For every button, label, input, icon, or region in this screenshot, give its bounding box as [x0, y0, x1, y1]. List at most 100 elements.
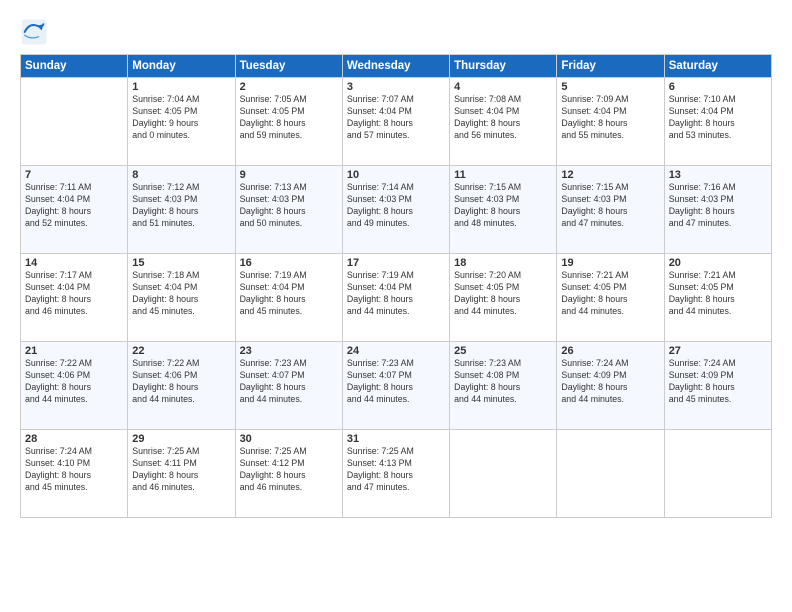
- day-info: Sunrise: 7:15 AM Sunset: 4:03 PM Dayligh…: [454, 182, 552, 230]
- day-info: Sunrise: 7:23 AM Sunset: 4:07 PM Dayligh…: [240, 358, 338, 406]
- day-number: 11: [454, 169, 552, 181]
- logo-icon: [20, 18, 48, 46]
- day-number: 30: [240, 433, 338, 445]
- week-row-5: 28Sunrise: 7:24 AM Sunset: 4:10 PM Dayli…: [21, 430, 772, 518]
- calendar-cell: 22Sunrise: 7:22 AM Sunset: 4:06 PM Dayli…: [128, 342, 235, 430]
- week-row-2: 7Sunrise: 7:11 AM Sunset: 4:04 PM Daylig…: [21, 166, 772, 254]
- calendar-cell: [664, 430, 771, 518]
- day-info: Sunrise: 7:24 AM Sunset: 4:10 PM Dayligh…: [25, 446, 123, 494]
- logo: [20, 18, 52, 46]
- calendar-cell: 6Sunrise: 7:10 AM Sunset: 4:04 PM Daylig…: [664, 78, 771, 166]
- calendar-cell: 29Sunrise: 7:25 AM Sunset: 4:11 PM Dayli…: [128, 430, 235, 518]
- day-number: 24: [347, 345, 445, 357]
- weekday-header-friday: Friday: [557, 55, 664, 78]
- day-info: Sunrise: 7:17 AM Sunset: 4:04 PM Dayligh…: [25, 270, 123, 318]
- weekday-header-wednesday: Wednesday: [342, 55, 449, 78]
- day-number: 15: [132, 257, 230, 269]
- day-info: Sunrise: 7:12 AM Sunset: 4:03 PM Dayligh…: [132, 182, 230, 230]
- day-number: 27: [669, 345, 767, 357]
- day-number: 25: [454, 345, 552, 357]
- calendar-cell: 20Sunrise: 7:21 AM Sunset: 4:05 PM Dayli…: [664, 254, 771, 342]
- day-number: 21: [25, 345, 123, 357]
- header: [20, 18, 772, 46]
- day-info: Sunrise: 7:09 AM Sunset: 4:04 PM Dayligh…: [561, 94, 659, 142]
- calendar-cell: 9Sunrise: 7:13 AM Sunset: 4:03 PM Daylig…: [235, 166, 342, 254]
- calendar-cell: 24Sunrise: 7:23 AM Sunset: 4:07 PM Dayli…: [342, 342, 449, 430]
- day-number: 17: [347, 257, 445, 269]
- day-number: 5: [561, 81, 659, 93]
- day-number: 28: [25, 433, 123, 445]
- day-number: 10: [347, 169, 445, 181]
- day-number: 26: [561, 345, 659, 357]
- calendar-cell: 30Sunrise: 7:25 AM Sunset: 4:12 PM Dayli…: [235, 430, 342, 518]
- day-number: 12: [561, 169, 659, 181]
- day-number: 4: [454, 81, 552, 93]
- day-info: Sunrise: 7:25 AM Sunset: 4:11 PM Dayligh…: [132, 446, 230, 494]
- calendar-cell: 18Sunrise: 7:20 AM Sunset: 4:05 PM Dayli…: [450, 254, 557, 342]
- week-row-3: 14Sunrise: 7:17 AM Sunset: 4:04 PM Dayli…: [21, 254, 772, 342]
- weekday-header-thursday: Thursday: [450, 55, 557, 78]
- calendar-cell: 26Sunrise: 7:24 AM Sunset: 4:09 PM Dayli…: [557, 342, 664, 430]
- day-number: 14: [25, 257, 123, 269]
- day-info: Sunrise: 7:24 AM Sunset: 4:09 PM Dayligh…: [669, 358, 767, 406]
- calendar-cell: 15Sunrise: 7:18 AM Sunset: 4:04 PM Dayli…: [128, 254, 235, 342]
- day-info: Sunrise: 7:25 AM Sunset: 4:12 PM Dayligh…: [240, 446, 338, 494]
- day-number: 2: [240, 81, 338, 93]
- day-number: 22: [132, 345, 230, 357]
- day-info: Sunrise: 7:24 AM Sunset: 4:09 PM Dayligh…: [561, 358, 659, 406]
- page: SundayMondayTuesdayWednesdayThursdayFrid…: [0, 0, 792, 612]
- day-info: Sunrise: 7:25 AM Sunset: 4:13 PM Dayligh…: [347, 446, 445, 494]
- day-number: 23: [240, 345, 338, 357]
- calendar-cell: 21Sunrise: 7:22 AM Sunset: 4:06 PM Dayli…: [21, 342, 128, 430]
- day-info: Sunrise: 7:08 AM Sunset: 4:04 PM Dayligh…: [454, 94, 552, 142]
- day-info: Sunrise: 7:04 AM Sunset: 4:05 PM Dayligh…: [132, 94, 230, 142]
- calendar-cell: 13Sunrise: 7:16 AM Sunset: 4:03 PM Dayli…: [664, 166, 771, 254]
- calendar-cell: [450, 430, 557, 518]
- calendar-cell: 23Sunrise: 7:23 AM Sunset: 4:07 PM Dayli…: [235, 342, 342, 430]
- day-info: Sunrise: 7:20 AM Sunset: 4:05 PM Dayligh…: [454, 270, 552, 318]
- calendar-cell: [557, 430, 664, 518]
- calendar-cell: 31Sunrise: 7:25 AM Sunset: 4:13 PM Dayli…: [342, 430, 449, 518]
- calendar-cell: 1Sunrise: 7:04 AM Sunset: 4:05 PM Daylig…: [128, 78, 235, 166]
- day-number: 1: [132, 81, 230, 93]
- day-info: Sunrise: 7:18 AM Sunset: 4:04 PM Dayligh…: [132, 270, 230, 318]
- day-info: Sunrise: 7:23 AM Sunset: 4:08 PM Dayligh…: [454, 358, 552, 406]
- weekday-header-saturday: Saturday: [664, 55, 771, 78]
- day-info: Sunrise: 7:22 AM Sunset: 4:06 PM Dayligh…: [25, 358, 123, 406]
- calendar-cell: 10Sunrise: 7:14 AM Sunset: 4:03 PM Dayli…: [342, 166, 449, 254]
- day-number: 8: [132, 169, 230, 181]
- calendar-cell: 5Sunrise: 7:09 AM Sunset: 4:04 PM Daylig…: [557, 78, 664, 166]
- day-number: 31: [347, 433, 445, 445]
- day-number: 19: [561, 257, 659, 269]
- calendar-cell: 11Sunrise: 7:15 AM Sunset: 4:03 PM Dayli…: [450, 166, 557, 254]
- day-info: Sunrise: 7:11 AM Sunset: 4:04 PM Dayligh…: [25, 182, 123, 230]
- weekday-header-tuesday: Tuesday: [235, 55, 342, 78]
- calendar-cell: 8Sunrise: 7:12 AM Sunset: 4:03 PM Daylig…: [128, 166, 235, 254]
- day-info: Sunrise: 7:13 AM Sunset: 4:03 PM Dayligh…: [240, 182, 338, 230]
- day-info: Sunrise: 7:21 AM Sunset: 4:05 PM Dayligh…: [561, 270, 659, 318]
- calendar-cell: 4Sunrise: 7:08 AM Sunset: 4:04 PM Daylig…: [450, 78, 557, 166]
- day-info: Sunrise: 7:05 AM Sunset: 4:05 PM Dayligh…: [240, 94, 338, 142]
- day-info: Sunrise: 7:23 AM Sunset: 4:07 PM Dayligh…: [347, 358, 445, 406]
- day-info: Sunrise: 7:10 AM Sunset: 4:04 PM Dayligh…: [669, 94, 767, 142]
- day-info: Sunrise: 7:14 AM Sunset: 4:03 PM Dayligh…: [347, 182, 445, 230]
- calendar-cell: 12Sunrise: 7:15 AM Sunset: 4:03 PM Dayli…: [557, 166, 664, 254]
- day-number: 20: [669, 257, 767, 269]
- day-number: 3: [347, 81, 445, 93]
- day-info: Sunrise: 7:16 AM Sunset: 4:03 PM Dayligh…: [669, 182, 767, 230]
- calendar-cell: 7Sunrise: 7:11 AM Sunset: 4:04 PM Daylig…: [21, 166, 128, 254]
- day-info: Sunrise: 7:07 AM Sunset: 4:04 PM Dayligh…: [347, 94, 445, 142]
- calendar-cell: 3Sunrise: 7:07 AM Sunset: 4:04 PM Daylig…: [342, 78, 449, 166]
- calendar: SundayMondayTuesdayWednesdayThursdayFrid…: [20, 54, 772, 518]
- weekday-header-sunday: Sunday: [21, 55, 128, 78]
- day-info: Sunrise: 7:19 AM Sunset: 4:04 PM Dayligh…: [240, 270, 338, 318]
- day-info: Sunrise: 7:19 AM Sunset: 4:04 PM Dayligh…: [347, 270, 445, 318]
- calendar-cell: 16Sunrise: 7:19 AM Sunset: 4:04 PM Dayli…: [235, 254, 342, 342]
- calendar-cell: 27Sunrise: 7:24 AM Sunset: 4:09 PM Dayli…: [664, 342, 771, 430]
- day-number: 18: [454, 257, 552, 269]
- calendar-cell: 28Sunrise: 7:24 AM Sunset: 4:10 PM Dayli…: [21, 430, 128, 518]
- calendar-cell: 25Sunrise: 7:23 AM Sunset: 4:08 PM Dayli…: [450, 342, 557, 430]
- day-number: 6: [669, 81, 767, 93]
- calendar-body: 1Sunrise: 7:04 AM Sunset: 4:05 PM Daylig…: [21, 78, 772, 518]
- weekday-header-monday: Monday: [128, 55, 235, 78]
